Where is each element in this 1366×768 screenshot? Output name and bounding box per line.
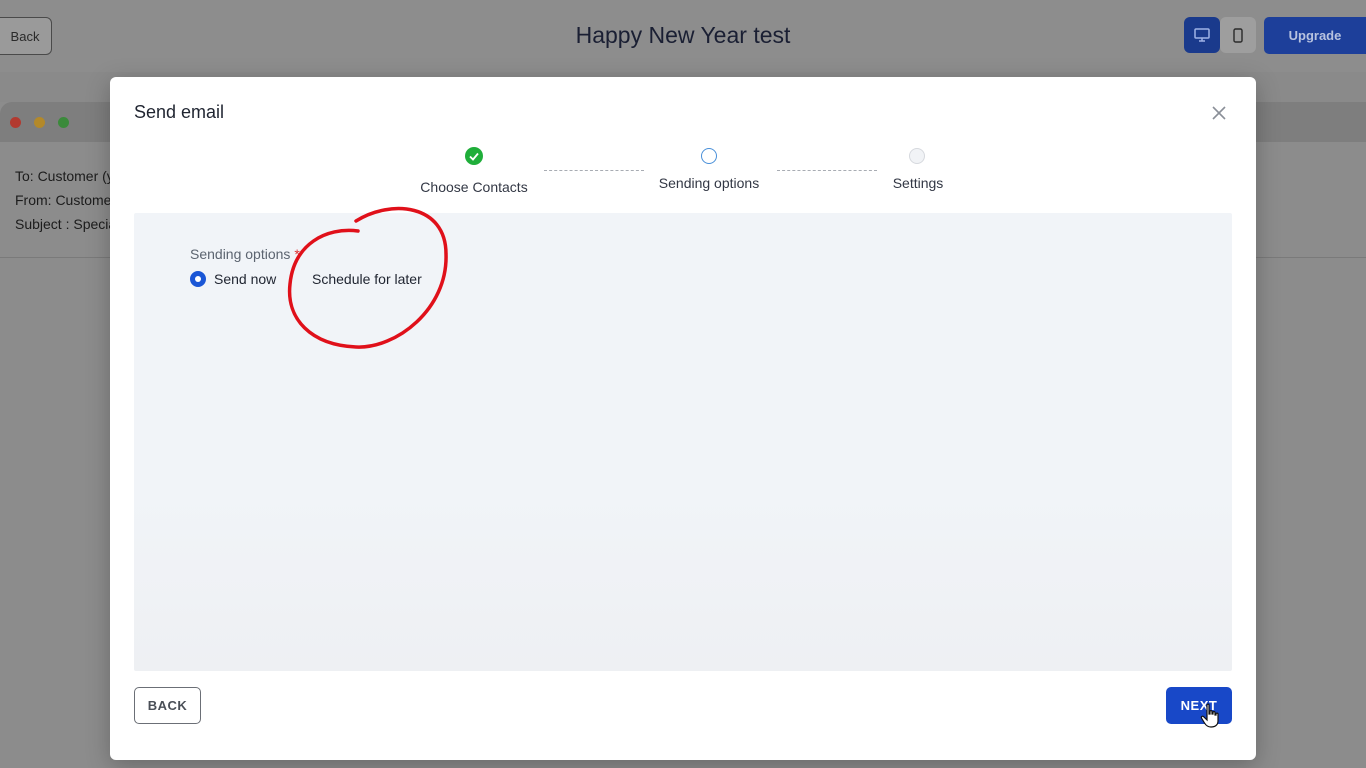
send-email-modal: Send email Choose Contacts Sending optio… (110, 77, 1256, 760)
schedule-later-label: Schedule for later (312, 271, 422, 287)
step-choose-contacts: Choose Contacts (420, 179, 528, 195)
window-minimize-dot (34, 117, 45, 128)
desktop-icon (1194, 28, 1210, 42)
desktop-view-button[interactable] (1184, 17, 1220, 53)
upgrade-button[interactable]: Upgrade (1264, 17, 1366, 54)
radio-selected-indicator[interactable] (190, 271, 206, 287)
step-complete-indicator (465, 147, 483, 165)
checkmark-icon (469, 152, 479, 161)
step-active-indicator (701, 148, 717, 164)
mobile-icon (1233, 27, 1243, 43)
app-title: Happy New Year test (575, 22, 791, 48)
stepper: Choose Contacts Sending options Settings (110, 77, 1256, 207)
step-connector (544, 170, 644, 171)
mobile-view-button[interactable] (1220, 17, 1256, 53)
sending-options-panel: Sending options * Send now Schedule for … (134, 213, 1232, 671)
email-to-line: To: Customer (y (15, 168, 110, 184)
sending-options-label-text: Sending options (190, 246, 291, 262)
step-sending-options: Sending options (658, 175, 760, 191)
step-pending-indicator (909, 148, 925, 164)
back-button[interactable]: BACK (134, 687, 201, 724)
step-connector (777, 170, 877, 171)
required-asterisk: * (294, 246, 300, 262)
step-settings: Settings (892, 175, 944, 191)
radio-schedule-later[interactable]: Schedule for later (312, 271, 422, 287)
hand-pointer-icon (1200, 703, 1219, 728)
radio-send-now[interactable]: Send now (190, 271, 276, 287)
sending-options-label: Sending options * (190, 246, 300, 262)
app-header: Back Happy New Year test Upgrade (0, 0, 1366, 72)
send-now-label: Send now (214, 271, 277, 287)
email-from-line: From: Custome (15, 192, 110, 208)
window-maximize-dot (58, 117, 69, 128)
next-button[interactable]: NEXT (1166, 687, 1232, 724)
email-subject-line: Subject : Specia (15, 216, 110, 232)
window-close-dot (10, 117, 21, 128)
